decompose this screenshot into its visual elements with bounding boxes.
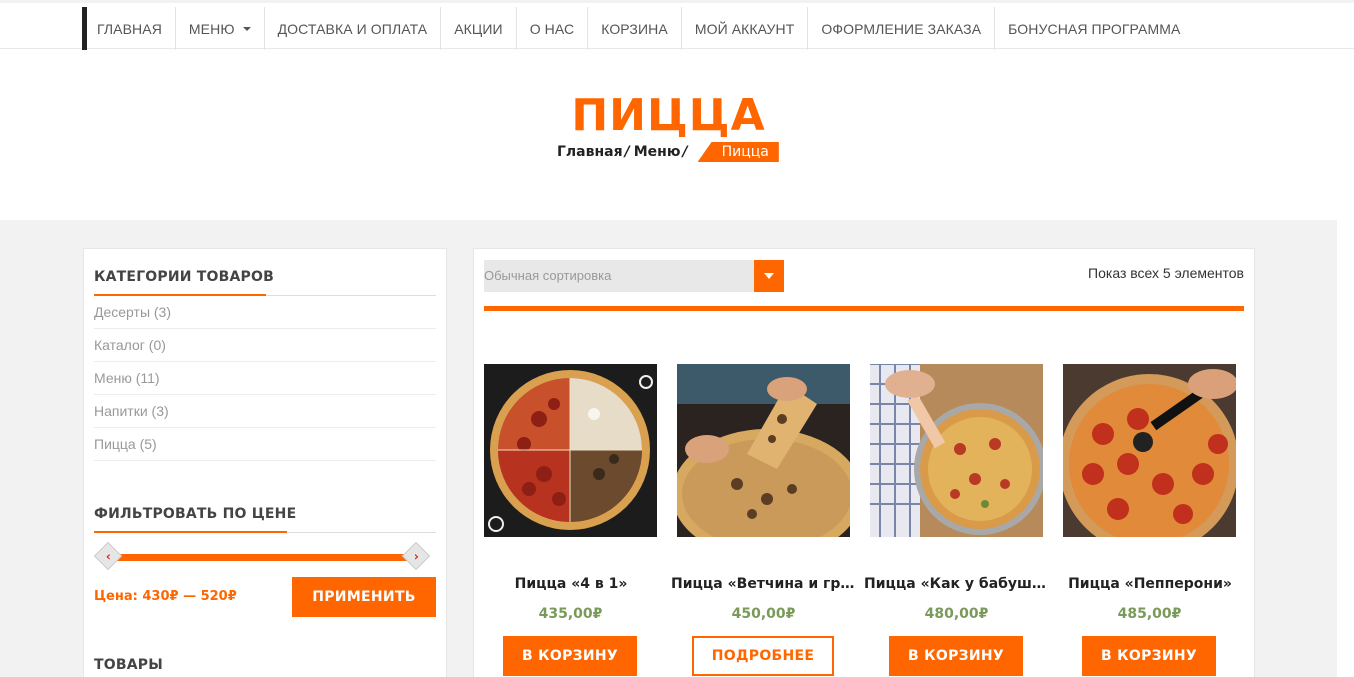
add-to-cart-button[interactable]: В КОРЗИНУ [503,636,637,676]
nav-item-label: АКЦИИ [454,20,503,37]
product-card: Пицца «Ветчина и грибы» 450,00₽ ПОДРОБНЕ… [671,364,857,676]
product-name[interactable]: Пицца «Пепперони» [1057,576,1243,592]
page-title: ПИЦЦА [571,90,766,141]
nav-item-label: КОРЗИНА [601,20,668,37]
slider-handle-min[interactable]: ‹ [93,541,123,571]
product-name[interactable]: Пицца «Как у бабушки» [864,576,1050,592]
nav-item-label: МЕНЮ [188,20,235,37]
nav-item-label: О НАС [529,20,575,37]
sort-value: Обычная сортировка [484,268,612,283]
category-item-menu[interactable]: Меню (11) [94,362,436,395]
product-name[interactable]: Пицца «Ветчина и грибы» [671,576,857,592]
details-button[interactable]: ПОДРОБНЕЕ [692,636,834,676]
page-header: ПИЦЦА Главная / Меню / Пицца [0,50,1354,220]
category-item-catalog[interactable]: Каталог (0) [94,329,436,362]
nav-item-delivery[interactable]: ДОСТАВКА И ОПЛАТА [265,7,442,50]
nav-item-label: ОФОРМЛЕНИЕ ЗАКАЗА [821,20,982,37]
product-name[interactable]: Пицца «4 в 1» [478,576,664,592]
title-underline [94,531,287,533]
sort-select[interactable]: Обычная сортировка [484,260,784,292]
nav-item-about[interactable]: О НАС [517,7,589,50]
nav-item-label: ДОСТАВКА И ОПЛАТА [277,20,428,37]
result-count: Показ всех 5 элементов [1088,265,1244,281]
product-price: 450,00₽ [731,606,796,622]
product-image[interactable] [484,364,657,537]
breadcrumb-current: Пицца [697,142,779,162]
caret-down-icon [242,26,251,31]
product-card: Пицца «Как у бабушки» 480,00₽ В КОРЗИНУ [864,364,1050,676]
nav-item-promotions[interactable]: АКЦИИ [441,7,517,50]
product-card: Пицца «4 в 1» 435,00₽ В КОРЗИНУ [484,364,658,676]
top-navigation: ГЛАВНАЯ МЕНЮ ДОСТАВКА И ОПЛАТА АКЦИИ О Н… [0,0,1354,50]
product-price: 485,00₽ [1117,606,1182,622]
dropdown-arrow-icon[interactable] [754,260,784,292]
price-range-label: Цена: 430₽ — 520₽ [94,589,237,604]
slider-track [106,554,418,561]
breadcrumb: Главная / Меню / Пицца [557,141,779,163]
breadcrumb-home[interactable]: Главная [557,144,623,160]
nav-item-menu[interactable]: МЕНЮ [176,7,265,50]
chevron-right-icon: › [413,548,419,563]
apply-filter-button[interactable]: ПРИМЕНИТЬ [292,577,436,617]
nav-item-label: МОЙ АККАУНТ [694,20,795,37]
sidebar: КАТЕГОРИИ ТОВАРОВ Десерты (3) Каталог (0… [83,248,447,677]
slider-handle-max[interactable]: › [401,541,431,571]
products-widget-title: ТОВАРЫ [94,657,163,673]
product-price: 480,00₽ [924,606,989,622]
nav-menu: ГЛАВНАЯ МЕНЮ ДОСТАВКА И ОПЛАТА АКЦИИ О Н… [87,7,1193,50]
add-to-cart-button[interactable]: В КОРЗИНУ [889,636,1023,676]
breadcrumb-separator: / [624,144,630,160]
divider-accent [484,306,1244,311]
add-to-cart-button[interactable]: В КОРЗИНУ [1082,636,1216,676]
product-area: Обычная сортировка Показ всех 5 элементо… [473,248,1255,677]
chevron-left-icon: ‹ [105,548,111,563]
nav-item-bonus[interactable]: БОНУСНАЯ ПРОГРАММА [995,7,1193,50]
price-filter-title: ФИЛЬТРОВАТЬ ПО ЦЕНЕ [94,506,297,522]
category-list: Десерты (3) Каталог (0) Меню (11) Напитк… [94,296,436,461]
category-item-desserts[interactable]: Десерты (3) [94,296,436,329]
categories-title: КАТЕГОРИИ ТОВАРОВ [94,269,274,285]
product-price: 435,00₽ [538,606,603,622]
product-image[interactable] [1063,364,1236,537]
nav-item-label: БОНУСНАЯ ПРОГРАММА [1008,20,1181,37]
price-range-slider[interactable]: ‹ › [93,541,431,571]
nav-item-cart[interactable]: КОРЗИНА [588,7,682,50]
product-image[interactable] [677,364,850,537]
nav-item-checkout[interactable]: ОФОРМЛЕНИЕ ЗАКАЗА [808,7,996,50]
product-image[interactable] [870,364,1043,537]
nav-item-home[interactable]: ГЛАВНАЯ [87,7,176,50]
breadcrumb-separator: / [682,144,688,160]
nav-item-account[interactable]: МОЙ АККАУНТ [682,7,809,50]
product-card: Пицца «Пепперони» 485,00₽ В КОРЗИНУ [1063,364,1237,676]
category-item-drinks[interactable]: Напитки (3) [94,395,436,428]
category-item-pizza[interactable]: Пицца (5) [94,428,436,461]
nav-item-label: ГЛАВНАЯ [97,20,162,37]
breadcrumb-menu[interactable]: Меню [634,144,681,160]
